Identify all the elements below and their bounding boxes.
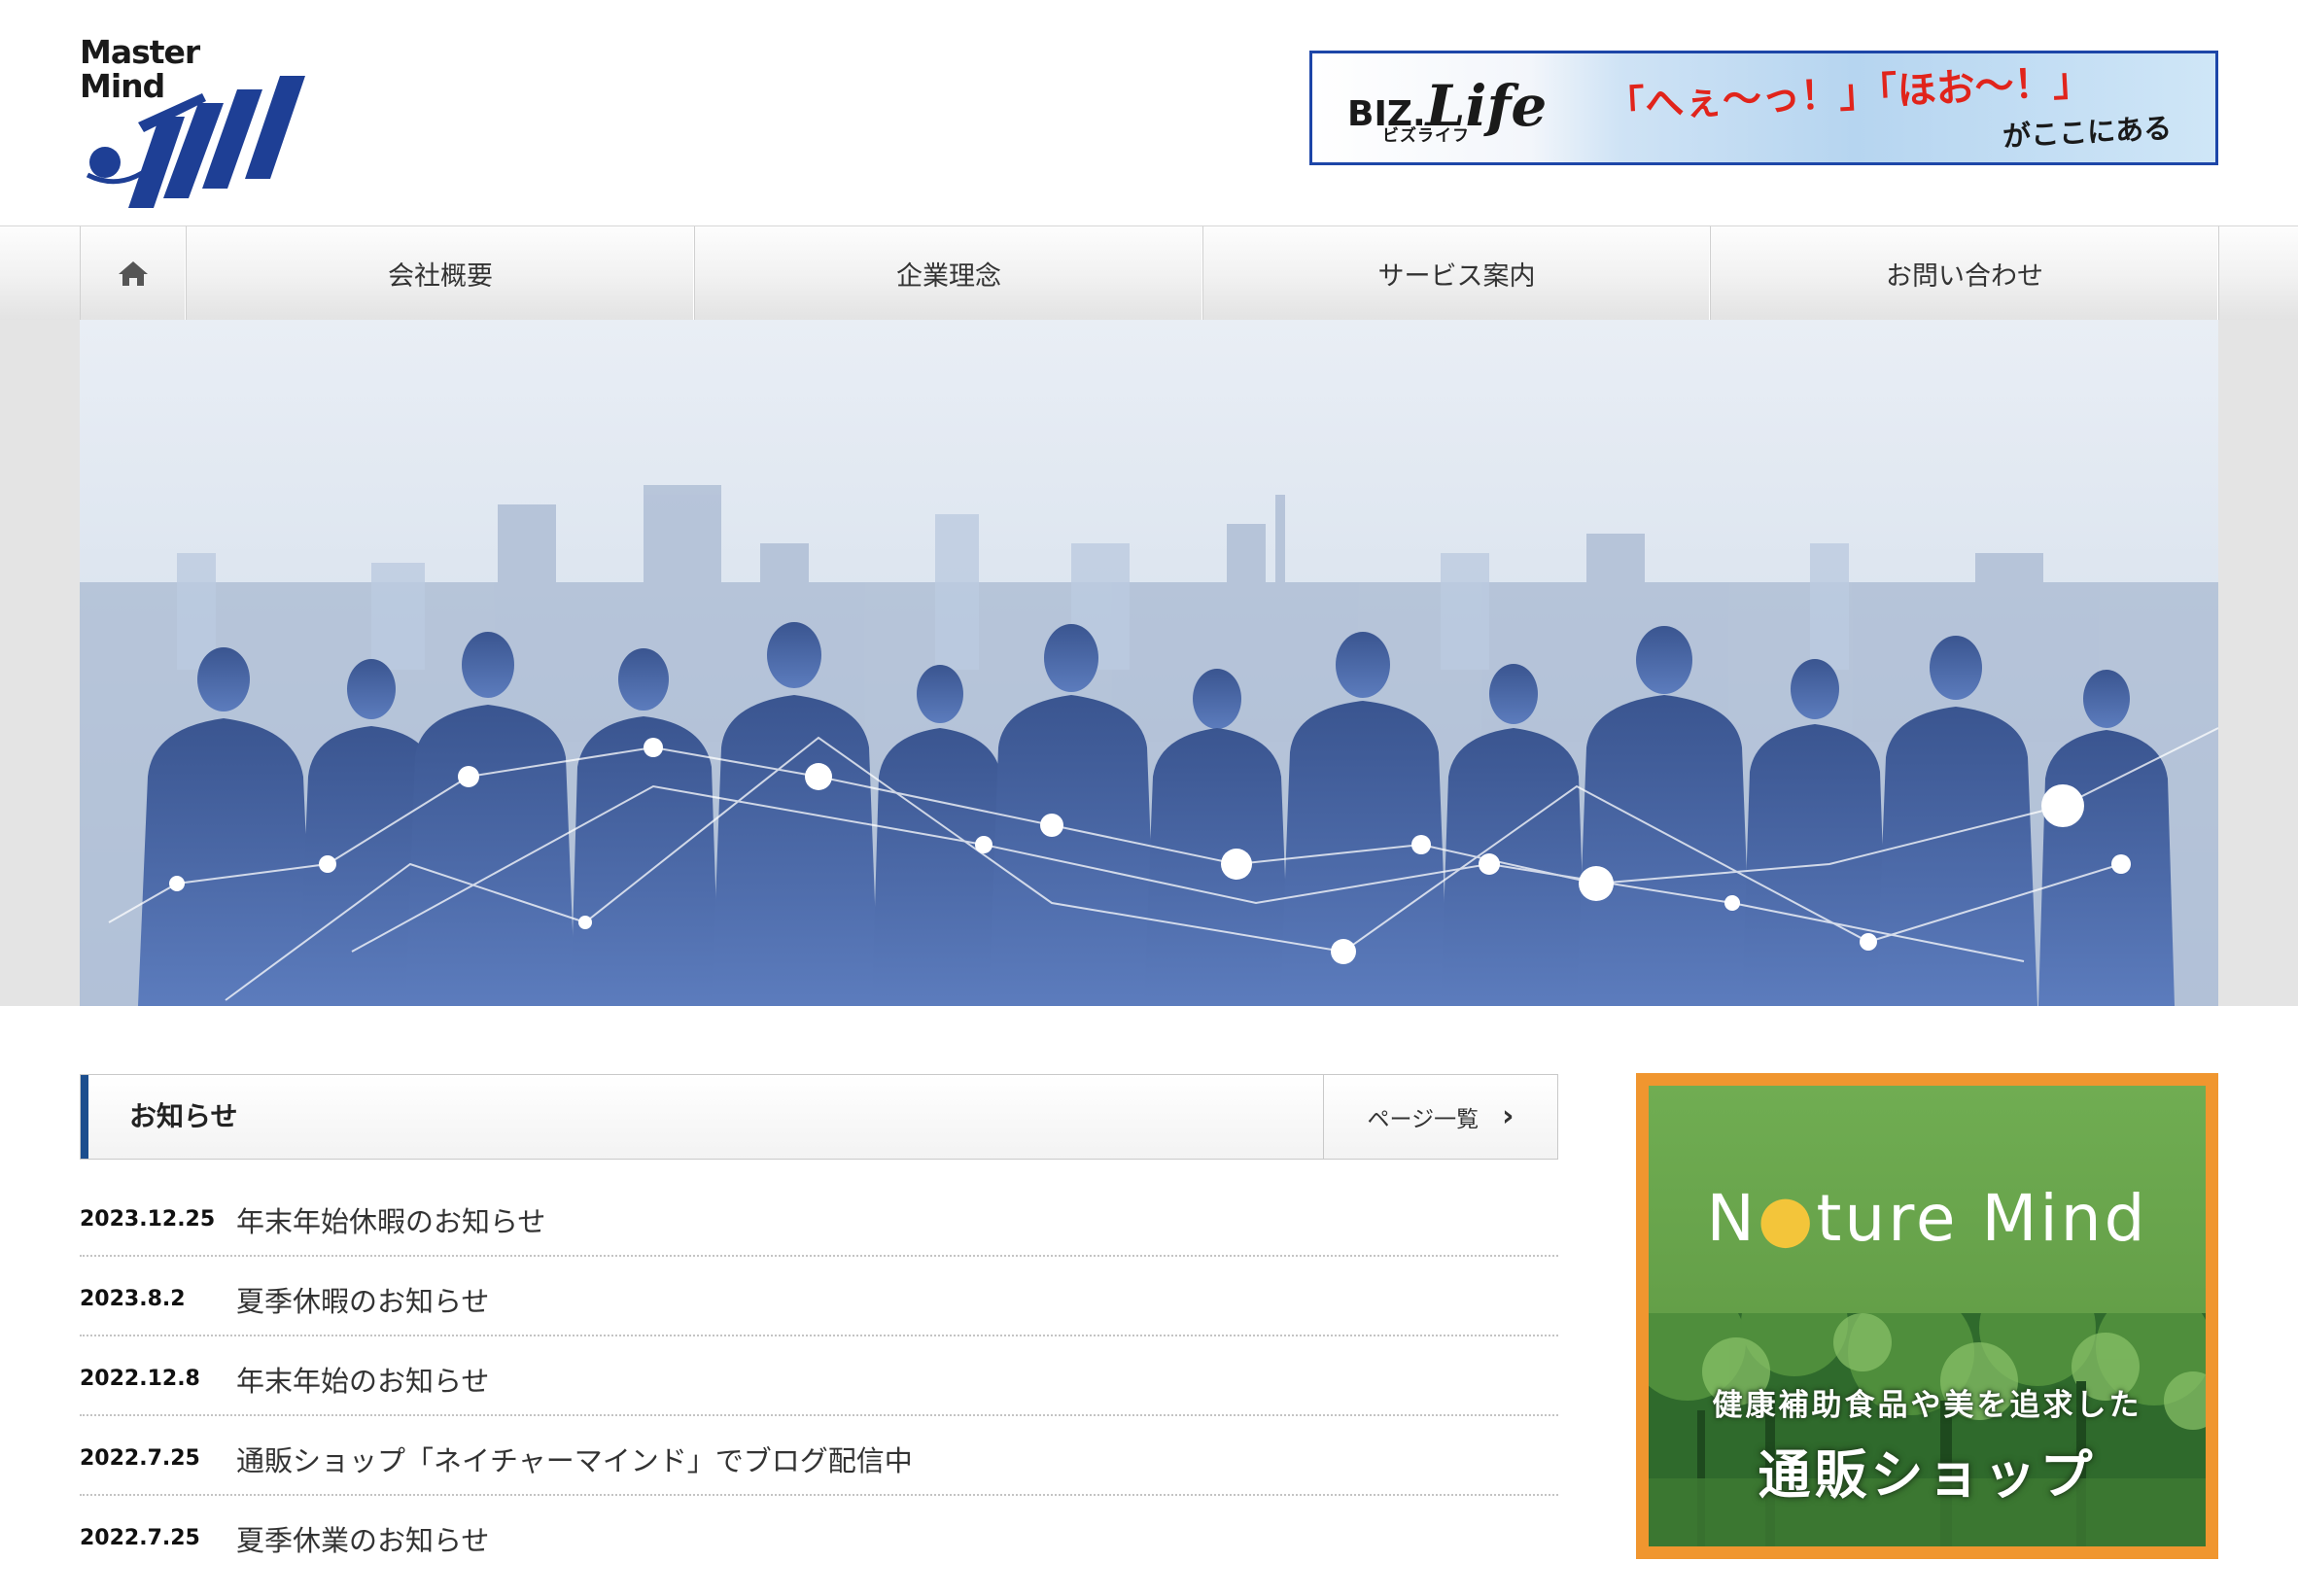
news-link[interactable]: 年末年始のお知らせ (236, 1359, 489, 1400)
nature-mind-shop-banner[interactable]: N●ture Mind 健康補助食品や美を追求した 通販ショップ (1636, 1073, 2218, 1559)
news-date: 2023.8.2 (80, 1287, 186, 1311)
nav-divider (2218, 226, 2219, 320)
global-nav: 会社概要 企業理念 サービス案内 お問い合わせ (0, 226, 2298, 321)
news-link[interactable]: 年末年始休暇のお知らせ (236, 1199, 545, 1240)
news-page-list-link[interactable]: ページ一覧 › (1323, 1075, 1557, 1159)
news-link[interactable]: 通販ショップ「ネイチャーマインド」でブログ配信中 (236, 1439, 913, 1479)
site-logo[interactable]: Master Mind (80, 35, 334, 208)
nav-item-philosophy[interactable]: 企業理念 (694, 226, 1202, 320)
logo-m-mark-icon (86, 76, 305, 208)
bizlife-tagline: がここにある (2002, 111, 2173, 154)
nature-mind-banner-inner: N●ture Mind 健康補助食品や美を追求した 通販ショップ (1649, 1086, 2206, 1546)
nav-item-label: お問い合わせ (1886, 260, 2043, 292)
nav-item-company[interactable]: 会社概要 (186, 226, 694, 320)
news-item[interactable]: 2022.12.8 年末年始のお知らせ (80, 1337, 1558, 1416)
news-date: 2022.7.25 (80, 1446, 200, 1471)
news-link[interactable]: 夏季休業のお知らせ (236, 1518, 489, 1559)
news-date: 2022.12.8 (80, 1367, 200, 1391)
home-icon (119, 261, 148, 286)
bizlife-ad-banner[interactable]: BIZ.Life ビズライフ 「へぇ～っ！」「ほお～！」 がここにある (1309, 51, 2218, 165)
nature-mind-brand: N●ture Mind (1706, 1181, 2148, 1256)
nature-mind-caption-large: 通販ショップ (1758, 1444, 2097, 1506)
bizlife-kana: ビズライフ (1382, 126, 1470, 146)
news-date: 2022.7.25 (80, 1526, 200, 1550)
hero-image (80, 320, 2218, 1006)
news-item[interactable]: 2023.8.2 夏季休暇のお知らせ (80, 1258, 1558, 1336)
chevron-right-icon: › (1502, 1099, 1515, 1133)
news-date: 2023.12.25 (80, 1207, 216, 1232)
news-item[interactable]: 2023.12.25 年末年始休暇のお知らせ (80, 1178, 1558, 1257)
nav-item-label: サービス案内 (1377, 260, 1536, 292)
news-link[interactable]: 夏季休暇のお知らせ (236, 1279, 489, 1320)
news-header-accent (81, 1075, 88, 1159)
news-title: お知らせ (129, 1100, 238, 1132)
site-header: Master Mind BIZ.Life ビズライフ 「へぇ～っ！」「ほお～！」… (0, 0, 2298, 226)
news-page-list-label: ページ一覧 (1367, 1107, 1480, 1132)
nav-item-services[interactable]: サービス案内 (1202, 226, 1710, 320)
nav-home-button[interactable] (80, 226, 186, 320)
nav-item-label: 会社概要 (388, 260, 493, 292)
news-item[interactable]: 2022.7.25 夏季休業のお知らせ (80, 1497, 1558, 1576)
forest-image (1649, 1313, 2206, 1546)
nav-item-contact[interactable]: お問い合わせ (1710, 226, 2218, 320)
nature-mind-caption: 健康補助食品や美を追求した (1712, 1388, 2142, 1423)
hero-business-people-illustration (80, 320, 2218, 1006)
news-section-header: お知らせ ページ一覧 › (80, 1074, 1558, 1160)
news-list: 2023.12.25 年末年始休暇のお知らせ 2023.8.2 夏季休暇のお知ら… (80, 1178, 1558, 1577)
news-item[interactable]: 2022.7.25 通販ショップ「ネイチャーマインド」でブログ配信中 (80, 1417, 1558, 1496)
nav-item-label: 企業理念 (896, 260, 1001, 292)
